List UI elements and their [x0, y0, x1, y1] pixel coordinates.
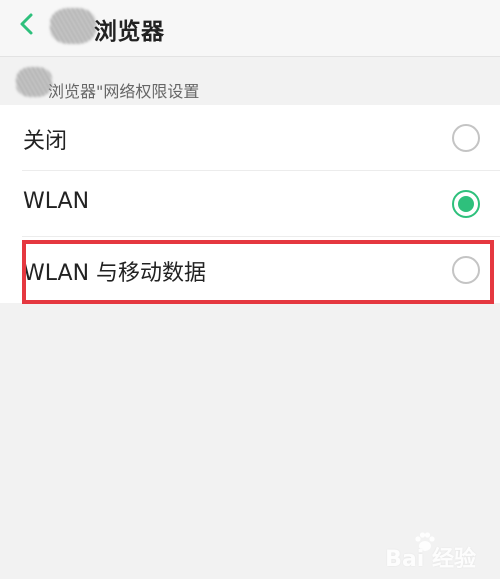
redacted-app-name: [50, 8, 96, 44]
watermark: Bai 经验: [385, 547, 476, 572]
option-label: WLAN 与移动数据: [23, 261, 207, 286]
radio-button[interactable]: [452, 124, 480, 152]
page-title: 浏览器: [94, 19, 165, 45]
app-header: 浏览器: [0, 0, 500, 57]
radio-button-selected[interactable]: [452, 190, 480, 218]
section-header: 浏览器"网络权限设置: [0, 57, 500, 105]
option-off[interactable]: 关闭: [0, 105, 500, 171]
option-label: WLAN: [23, 189, 90, 214]
section-title: 浏览器"网络权限设置: [48, 82, 200, 101]
option-wlan-and-mobile-data[interactable]: WLAN 与移动数据: [0, 237, 500, 303]
option-label: 关闭: [23, 129, 68, 154]
option-wlan[interactable]: WLAN: [0, 171, 500, 237]
network-permission-options: 关闭 WLAN WLAN 与移动数据: [0, 105, 500, 303]
radio-button[interactable]: [452, 256, 480, 284]
chevron-left-icon: [20, 13, 33, 35]
redacted-app-name-small: [16, 67, 52, 97]
back-button[interactable]: [14, 10, 44, 40]
